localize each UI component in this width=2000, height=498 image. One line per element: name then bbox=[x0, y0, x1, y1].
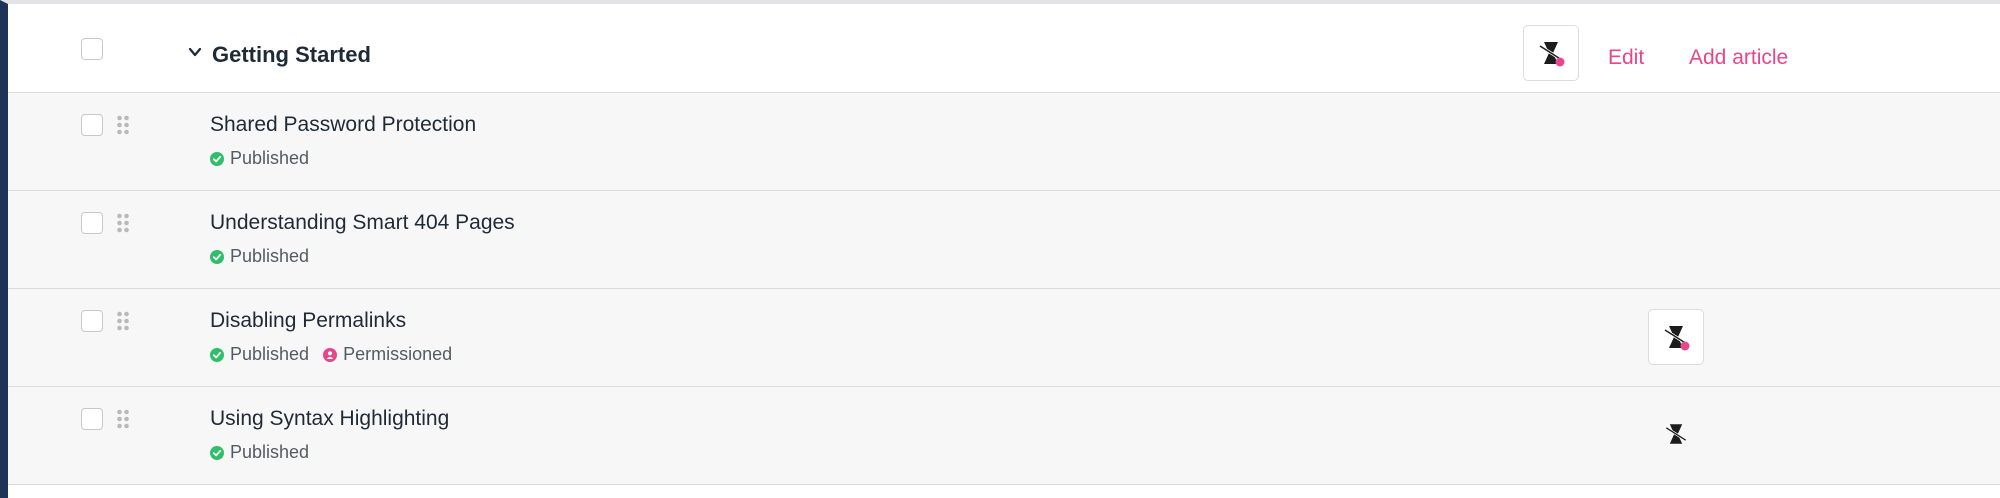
status-label: Published bbox=[230, 246, 310, 266]
article-title[interactable]: Using Syntax Highlighting bbox=[210, 407, 449, 431]
check-circle-icon bbox=[210, 249, 224, 264]
status-label: Published bbox=[230, 344, 310, 364]
article-row[interactable]: Using Syntax Highlighting Published bbox=[8, 387, 2000, 485]
published-badge: Published bbox=[210, 442, 309, 463]
robots-icon bbox=[1665, 424, 1687, 444]
article-robots-toggle[interactable] bbox=[1661, 419, 1691, 449]
no-robots-icon bbox=[1664, 326, 1690, 351]
published-badge: Published bbox=[210, 344, 309, 365]
article-robots-button[interactable] bbox=[1648, 309, 1704, 365]
row-checkbox[interactable] bbox=[81, 408, 103, 430]
section-title[interactable]: Getting Started bbox=[212, 42, 371, 68]
add-article-link[interactable]: Add article bbox=[1689, 46, 1788, 70]
permissioned-badge: Permissioned bbox=[323, 344, 452, 365]
row-checkbox[interactable] bbox=[81, 114, 103, 136]
status-label: Published bbox=[230, 442, 310, 462]
check-circle-icon bbox=[210, 151, 224, 166]
article-title[interactable]: Shared Password Protection bbox=[210, 113, 476, 137]
status-label: Published bbox=[230, 148, 310, 168]
check-circle-icon bbox=[210, 347, 224, 362]
section-robots-button[interactable] bbox=[1523, 25, 1579, 81]
published-badge: Published bbox=[210, 148, 309, 169]
section-checkbox[interactable] bbox=[81, 38, 103, 60]
article-list: Getting Started Edit Add article Shared … bbox=[0, 0, 2000, 498]
article-row[interactable]: Shared Password Protection Published bbox=[8, 93, 2000, 191]
section-header: Getting Started Edit Add article bbox=[8, 4, 2000, 93]
permissioned-label: Permissioned bbox=[343, 344, 453, 364]
permission-icon bbox=[323, 347, 338, 362]
article-title[interactable]: Understanding Smart 404 Pages bbox=[210, 211, 515, 235]
no-robots-icon bbox=[1539, 42, 1565, 67]
row-checkbox[interactable] bbox=[81, 212, 103, 234]
drag-handle-icon[interactable] bbox=[116, 115, 130, 135]
article-status: Published bbox=[210, 148, 323, 169]
row-checkbox[interactable] bbox=[81, 310, 103, 332]
article-status: Published Permissioned bbox=[210, 344, 466, 365]
published-badge: Published bbox=[210, 246, 309, 267]
check-circle-icon bbox=[210, 445, 224, 460]
drag-handle-icon[interactable] bbox=[116, 213, 130, 233]
article-title[interactable]: Disabling Permalinks bbox=[210, 309, 406, 333]
edit-link[interactable]: Edit bbox=[1608, 46, 1644, 70]
chevron-down-icon[interactable] bbox=[189, 46, 201, 58]
drag-handle-icon[interactable] bbox=[116, 311, 130, 331]
article-row[interactable]: Disabling Permalinks Published Permissio… bbox=[8, 289, 2000, 387]
article-status: Published bbox=[210, 442, 323, 463]
article-status: Published bbox=[210, 246, 323, 267]
article-row[interactable]: Understanding Smart 404 Pages Published bbox=[8, 191, 2000, 289]
drag-handle-icon[interactable] bbox=[116, 409, 130, 429]
